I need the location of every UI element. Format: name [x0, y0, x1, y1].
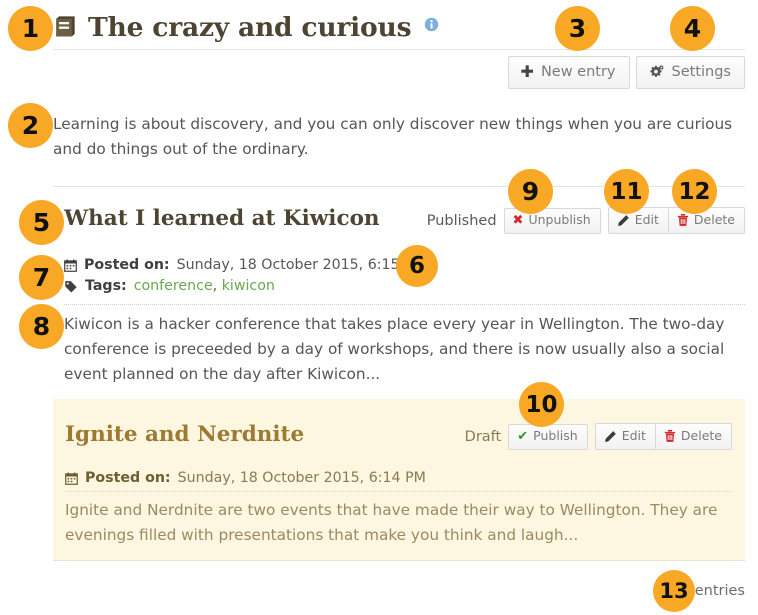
posted-on-value: Sunday, 18 October 2015, 6:15 PM: [176, 257, 425, 273]
callout-badge-10: 10: [519, 382, 564, 427]
delete-label: Delete: [693, 211, 735, 227]
callout-badge-13: 13: [653, 570, 695, 612]
close-icon: ✖: [512, 212, 524, 228]
tags-label: Tags:: [85, 278, 127, 294]
entry-header: What I learned at Kiwicon Published ✖ Un…: [64, 206, 745, 238]
callout-badge-3: 3: [555, 6, 600, 51]
draft-delete-button[interactable]: Delete: [654, 423, 732, 450]
pencil-icon: [605, 430, 616, 442]
callout-badge-9: 9: [508, 169, 553, 214]
callout-badge-5: 5: [19, 200, 64, 245]
edit-label: Edit: [634, 211, 659, 227]
draft-entry-actions: Draft ✔ Publish Edit Delete: [465, 423, 732, 450]
callout-badge-8: 8: [19, 304, 64, 349]
entry-posted-meta: Posted on: Sunday, 18 October 2015, 6:15…: [64, 256, 425, 275]
tag-link-kiwicon[interactable]: kiwicon: [222, 278, 275, 294]
settings-button[interactable]: Settings: [635, 56, 745, 89]
new-entry-button[interactable]: ✚ New entry: [507, 56, 630, 89]
page-title: The crazy and curious: [88, 11, 412, 43]
draft-entry-title[interactable]: Ignite and Nerdnite: [65, 422, 304, 447]
draft-status-badge: Draft: [464, 428, 502, 445]
draft-edit-label: Edit: [621, 427, 646, 443]
info-icon[interactable]: [424, 17, 439, 32]
plus-icon: ✚: [520, 62, 534, 81]
callout-badge-6: 6: [396, 245, 438, 287]
draft-meta-divider: [65, 491, 732, 492]
draft-edit-delete-group: Edit Delete: [594, 423, 732, 450]
entry-tags-meta: Tags: conference, kiwicon: [64, 277, 275, 296]
tag-icon: [65, 281, 77, 293]
status-badge: Published: [426, 212, 497, 229]
unpublish-label: Unpublish: [528, 211, 591, 227]
book-icon: [56, 16, 75, 37]
publish-button[interactable]: ✔ Publish: [508, 423, 588, 450]
entry-meta-divider: [64, 304, 745, 305]
callout-badge-12: 12: [672, 169, 717, 214]
new-entry-label: New entry: [540, 63, 616, 80]
blog-page: The crazy and curious ✚ New entry Settin…: [0, 0, 758, 615]
trash-icon: [664, 430, 676, 442]
page-header: The crazy and curious: [53, 6, 745, 48]
settings-label: Settings: [671, 63, 731, 80]
callout-badge-11: 11: [604, 169, 649, 214]
callout-badge-4: 4: [670, 6, 715, 51]
calendar-icon: [64, 259, 77, 272]
entry-title[interactable]: What I learned at Kiwicon: [64, 206, 380, 231]
draft-posted-meta: Posted on: Sunday, 18 October 2015, 6:14…: [65, 470, 426, 486]
pencil-icon: [618, 214, 629, 226]
tag-list: conference, kiwicon: [134, 277, 275, 296]
gear-icon: [649, 65, 663, 77]
draft-entry-body: Ignite and Nerdnite are two events that …: [65, 501, 718, 544]
entry-body: Kiwicon is a hacker conference that take…: [64, 315, 725, 383]
page-toolbar: ✚ New entry Settings: [507, 56, 745, 89]
trash-icon: [677, 214, 689, 226]
draft-delete-label: Delete: [680, 427, 722, 443]
blog-description: Learning is about discovery, and you can…: [53, 115, 733, 158]
check-icon: ✔: [517, 428, 529, 444]
callout-badge-1: 1: [8, 6, 53, 51]
draft-posted-on-label: Posted on:: [85, 470, 171, 486]
callout-badge-2: 2: [8, 103, 53, 148]
delete-button[interactable]: Delete: [667, 207, 745, 234]
draft-entry-header: Ignite and Nerdnite Draft ✔ Publish Edit: [65, 422, 732, 452]
tag-separator: ,: [212, 278, 222, 294]
tag-link-conference[interactable]: conference: [134, 278, 213, 294]
posted-on-label: Posted on:: [84, 257, 170, 273]
draft-edit-button[interactable]: Edit: [594, 423, 656, 450]
publish-label: Publish: [533, 427, 578, 443]
unpublish-button[interactable]: ✖ Unpublish: [503, 207, 601, 234]
title-divider: [53, 49, 745, 50]
calendar-icon: [65, 471, 78, 485]
callout-badge-7: 7: [19, 255, 64, 300]
draft-posted-on-value: Sunday, 18 October 2015, 6:14 PM: [177, 470, 426, 486]
